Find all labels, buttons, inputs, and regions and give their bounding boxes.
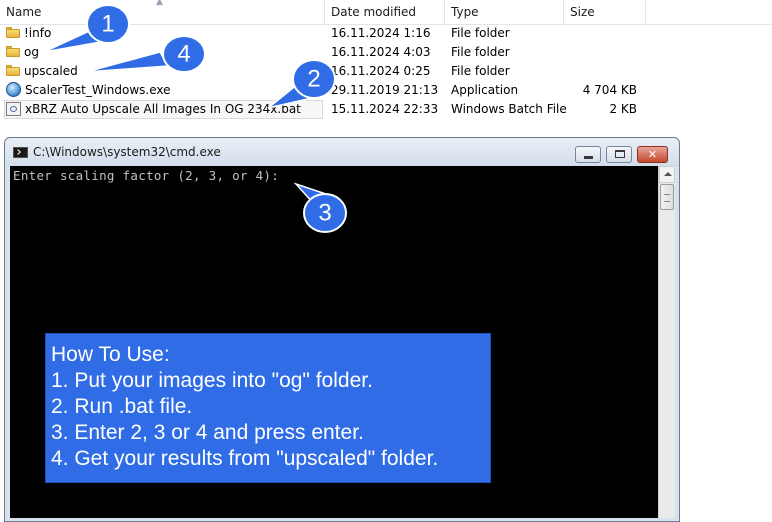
- file-type: Application: [451, 83, 519, 97]
- column-header-date-modified[interactable]: Date modified: [325, 0, 445, 24]
- file-size: 4 704 KB: [582, 83, 637, 97]
- how-to-step-2: 2. Run .bat file.: [51, 395, 193, 418]
- console-scrollbar[interactable]: [658, 166, 675, 518]
- file-name: upscaled: [24, 64, 78, 78]
- scrollbar-thumb[interactable]: [660, 184, 674, 210]
- how-to-step-3: 3. Enter 2, 3 or 4 and press enter.: [51, 421, 364, 444]
- file-size: 2 KB: [609, 102, 637, 116]
- file-row-upscaled-folder[interactable]: upscaled 16.11.2024 0:25 File folder: [0, 62, 640, 81]
- batch-file-icon: [6, 102, 21, 116]
- file-row-og-folder[interactable]: og 16.11.2024 4:03 File folder: [0, 43, 640, 62]
- file-type: File folder: [451, 45, 510, 59]
- file-explorer-list: Name ▲ Date modified Type Size !info 16.…: [0, 0, 772, 130]
- file-name: ScalerTest_Windows.exe: [25, 83, 171, 97]
- folder-icon: [6, 27, 20, 38]
- file-row-info-folder[interactable]: !info 16.11.2024 1:16 File folder: [0, 24, 640, 43]
- file-type: File folder: [451, 64, 510, 78]
- file-name: og: [24, 45, 39, 59]
- file-type: Windows Batch File: [451, 102, 567, 116]
- file-name: xBRZ Auto Upscale All Images In OG 234x.…: [25, 102, 301, 116]
- console-prompt-text: Enter scaling factor (2, 3, or 4):: [13, 168, 280, 183]
- file-type: File folder: [451, 26, 510, 40]
- maximize-button[interactable]: [606, 146, 632, 163]
- how-to-step-4: 4. Get your results from "upscaled" fold…: [51, 447, 439, 470]
- file-size: [570, 62, 637, 81]
- minimize-icon: [584, 156, 593, 159]
- how-to-step-1: 1. Put your images into "og" folder.: [51, 369, 373, 392]
- folder-icon: [6, 65, 20, 76]
- file-date: 16.11.2024 0:25: [331, 64, 431, 78]
- how-to-use-box: How To Use: 1. Put your images into "og"…: [45, 333, 491, 483]
- file-date: 29.11.2019 21:13: [331, 83, 439, 97]
- application-icon: [6, 82, 21, 97]
- console-icon: [13, 147, 28, 158]
- file-date: 15.11.2024 22:33: [331, 102, 439, 116]
- minimize-button[interactable]: [575, 146, 601, 163]
- file-row-scalertest-exe[interactable]: ScalerTest_Windows.exe 29.11.2019 21:13 …: [0, 81, 640, 100]
- file-date: 16.11.2024 4:03: [331, 45, 431, 59]
- column-header-type[interactable]: Type: [445, 0, 564, 24]
- file-row-batch-file[interactable]: xBRZ Auto Upscale All Images In OG 234x.…: [0, 100, 640, 119]
- close-button[interactable]: ✕: [637, 146, 668, 163]
- sort-ascending-icon: ▲: [156, 0, 163, 7]
- file-name: !info: [24, 26, 52, 40]
- file-size: [570, 24, 637, 43]
- cmd-window-title: C:\Windows\system32\cmd.exe: [33, 145, 221, 159]
- maximize-icon: [615, 150, 625, 158]
- cmd-title-bar[interactable]: C:\Windows\system32\cmd.exe ✕: [5, 138, 679, 166]
- folder-icon: [6, 46, 20, 57]
- scroll-up-arrow-icon[interactable]: [659, 166, 675, 183]
- how-to-use-heading: How To Use:: [51, 343, 170, 366]
- column-header-bar: Name ▲ Date modified Type Size: [0, 0, 772, 25]
- file-date: 16.11.2024 1:16: [331, 26, 431, 40]
- file-size: [570, 43, 637, 62]
- close-icon: ✕: [647, 148, 658, 161]
- column-header-size[interactable]: Size: [564, 0, 646, 24]
